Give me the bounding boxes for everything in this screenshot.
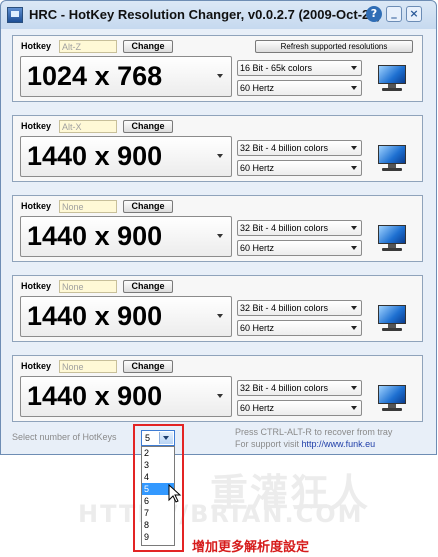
hotkey-field[interactable]: Alt-Z — [59, 40, 117, 53]
hotkey-field[interactable]: None — [59, 280, 117, 293]
chevron-down-icon — [351, 246, 357, 250]
refresh-rate-select[interactable]: 60 Hertz — [237, 320, 362, 336]
refresh-rate-value: 60 Hertz — [240, 163, 275, 173]
refresh-rate-value: 60 Hertz — [240, 83, 275, 93]
hotkey-label: Hotkey — [21, 201, 52, 211]
change-button[interactable]: Change — [123, 120, 173, 133]
monitor-icon[interactable] — [377, 225, 407, 253]
hotkey-label: Hotkey — [21, 281, 52, 291]
annotation-caption: 增加更多解析度設定 — [192, 540, 310, 555]
chevron-down-icon — [351, 146, 357, 150]
color-depth-value: 32 Bit - 4 billion colors — [240, 223, 329, 233]
minimize-to-tray-button[interactable]: _ — [386, 6, 402, 22]
chevron-down-icon — [351, 226, 357, 230]
resolution-select[interactable]: 1440 x 900 — [20, 376, 232, 417]
refresh-rate-value: 60 Hertz — [240, 403, 275, 413]
resolution-select[interactable]: 1024 x 768 — [20, 56, 232, 97]
title-bar[interactable]: HRC - HotKey Resolution Changer, v0.0.2.… — [1, 1, 436, 29]
app-icon — [7, 7, 23, 23]
color-depth-value: 32 Bit - 4 billion colors — [240, 383, 329, 393]
resolution-value: 1024 x 768 — [27, 61, 163, 91]
hotkey-count-label: Select number of HotKeys — [12, 432, 117, 442]
hotkey-panel-5: Hotkey None Change 1440 x 900 32 Bit - 4… — [12, 355, 423, 422]
hotkey-field[interactable]: None — [59, 360, 117, 373]
chevron-down-icon — [217, 74, 223, 78]
chevron-down-icon — [351, 386, 357, 390]
resolution-select[interactable]: 1440 x 900 — [20, 136, 232, 177]
resolution-select[interactable]: 1440 x 900 — [20, 216, 232, 257]
chevron-down-icon — [217, 394, 223, 398]
hotkey-panel-3: Hotkey None Change 1440 x 900 32 Bit - 4… — [12, 195, 423, 262]
hotkey-panel-4: Hotkey None Change 1440 x 900 32 Bit - 4… — [12, 275, 423, 342]
refresh-rate-value: 60 Hertz — [240, 323, 275, 333]
change-button[interactable]: Change — [123, 280, 173, 293]
monitor-icon[interactable] — [377, 145, 407, 173]
mouse-pointer-icon — [168, 484, 182, 503]
refresh-rate-select[interactable]: 60 Hertz — [237, 160, 362, 176]
hotkey-label: Hotkey — [21, 41, 52, 51]
color-depth-select[interactable]: 32 Bit - 4 billion colors — [237, 140, 362, 156]
window-title: HRC - HotKey Resolution Changer, v0.0.2.… — [29, 7, 381, 22]
chevron-down-icon — [217, 154, 223, 158]
chevron-down-icon — [351, 166, 357, 170]
refresh-resolutions-button[interactable]: Refresh supported resolutions — [255, 40, 413, 53]
chevron-down-icon — [351, 66, 357, 70]
monitor-icon[interactable] — [377, 65, 407, 93]
recover-hint: Press CTRL-ALT-R to recover from tray — [235, 427, 393, 437]
hotkey-panel-1: Hotkey Alt-Z Change Refresh supported re… — [12, 35, 423, 102]
chevron-down-icon — [217, 234, 223, 238]
refresh-rate-value: 60 Hertz — [240, 243, 275, 253]
support-label: For support visit — [235, 439, 300, 449]
hotkey-label: Hotkey — [21, 121, 52, 131]
hotkey-field[interactable]: Alt-X — [59, 120, 117, 133]
change-button[interactable]: Change — [123, 40, 173, 53]
resolution-value: 1440 x 900 — [27, 301, 163, 331]
resolution-value: 1440 x 900 — [27, 141, 163, 171]
color-depth-value: 16 Bit - 65k colors — [240, 63, 313, 73]
refresh-rate-select[interactable]: 60 Hertz — [237, 80, 362, 96]
change-button[interactable]: Change — [123, 200, 173, 213]
resolution-select[interactable]: 1440 x 900 — [20, 296, 232, 337]
chevron-down-icon — [351, 306, 357, 310]
color-depth-select[interactable]: 32 Bit - 4 billion colors — [237, 380, 362, 396]
chevron-down-icon — [351, 326, 357, 330]
monitor-icon[interactable] — [377, 385, 407, 413]
color-depth-value: 32 Bit - 4 billion colors — [240, 143, 329, 153]
color-depth-select[interactable]: 32 Bit - 4 billion colors — [237, 220, 362, 236]
refresh-rate-select[interactable]: 60 Hertz — [237, 240, 362, 256]
help-button[interactable]: ? — [366, 6, 382, 22]
color-depth-value: 32 Bit - 4 billion colors — [240, 303, 329, 313]
watermark-url: HTTP://BRIAN.COM — [78, 500, 364, 528]
resolution-value: 1440 x 900 — [27, 221, 163, 251]
chevron-down-icon — [217, 314, 223, 318]
support-link[interactable]: http://www.funk.eu — [302, 439, 376, 449]
color-depth-select[interactable]: 16 Bit - 65k colors — [237, 60, 362, 76]
resolution-value: 1440 x 900 — [27, 381, 163, 411]
monitor-icon[interactable] — [377, 305, 407, 333]
support-text: For support visit http://www.funk.eu — [235, 439, 375, 450]
hotkey-label: Hotkey — [21, 361, 52, 371]
color-depth-select[interactable]: 32 Bit - 4 billion colors — [237, 300, 362, 316]
hotkey-field[interactable]: None — [59, 200, 117, 213]
chevron-down-icon — [351, 406, 357, 410]
chevron-down-icon — [351, 86, 357, 90]
close-button[interactable]: × — [406, 6, 422, 22]
hotkey-panel-2: Hotkey Alt-X Change 1440 x 900 32 Bit - … — [12, 115, 423, 182]
change-button[interactable]: Change — [123, 360, 173, 373]
refresh-rate-select[interactable]: 60 Hertz — [237, 400, 362, 416]
app-window: HRC - HotKey Resolution Changer, v0.0.2.… — [0, 0, 437, 455]
